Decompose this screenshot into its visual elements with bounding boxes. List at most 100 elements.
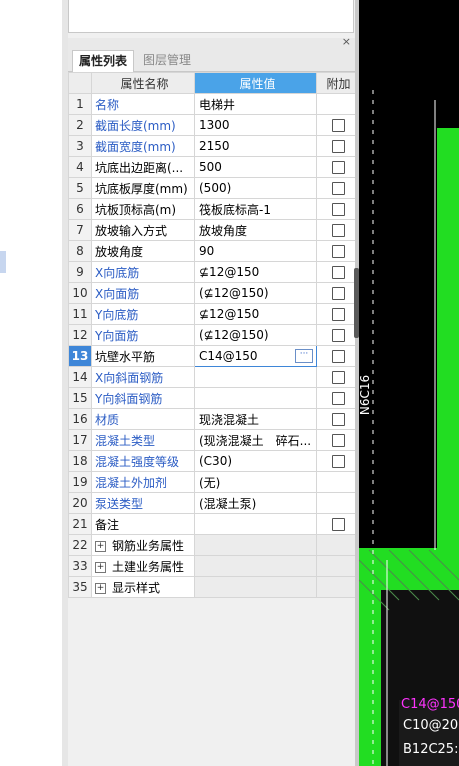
extra-checkbox[interactable] (332, 455, 345, 468)
property-row[interactable]: 7 放坡输入方式 放坡角度 (68, 219, 361, 241)
group-name-cell[interactable]: + 钢筋业务属性 (91, 534, 195, 556)
extra-checkbox[interactable] (332, 371, 345, 384)
extra-checkbox[interactable] (332, 308, 345, 321)
extra-checkbox[interactable] (332, 182, 345, 195)
property-row[interactable]: 20 泵送类型 (混凝土泵) (68, 492, 361, 514)
group-row[interactable]: 35 + 显示样式 (68, 576, 361, 598)
property-value-cell[interactable] (194, 576, 317, 598)
property-name-cell[interactable]: Y向面筋 (91, 324, 195, 346)
property-row[interactable]: 14 X向斜面钢筋 (68, 366, 361, 388)
tab-property-list[interactable]: 属性列表 (72, 50, 135, 73)
property-name-cell[interactable]: 坑壁水平筋 (91, 345, 195, 367)
property-name-cell[interactable]: X向底筋 (91, 261, 195, 283)
property-value-cell[interactable]: 现浇混凝土 (194, 408, 317, 430)
property-name-cell[interactable]: 放坡角度 (91, 240, 195, 262)
expand-icon[interactable]: + (95, 561, 106, 573)
property-name-cell[interactable]: 放坡输入方式 (91, 219, 195, 241)
tab-layer-management[interactable]: 图层管理 (137, 50, 197, 71)
property-row[interactable]: 16 材质 现浇混凝土 (68, 408, 361, 430)
property-value-cell[interactable]: (⊈12@150) (194, 282, 317, 304)
property-name-cell[interactable]: 材质 (91, 408, 195, 430)
property-value-cell[interactable] (194, 366, 317, 388)
property-name-cell[interactable]: 泵送类型 (91, 492, 195, 514)
extra-column-header[interactable]: 附加 (316, 72, 361, 94)
property-value-cell[interactable] (194, 387, 317, 409)
property-name-cell[interactable]: 备注 (91, 513, 195, 535)
expand-icon[interactable]: + (95, 540, 106, 552)
more-options-button[interactable]: ··· (295, 349, 313, 363)
property-row[interactable]: 12 Y向面筋 (⊈12@150) (68, 324, 361, 346)
property-value-cell[interactable]: 2150 (194, 135, 317, 157)
extra-checkbox[interactable] (332, 350, 345, 363)
property-value-cell[interactable]: 放坡角度 (194, 219, 317, 241)
property-name-cell[interactable]: Y向斜面钢筋 (91, 387, 195, 409)
property-row[interactable]: 13 坑壁水平筋 C14@150 ··· (68, 345, 361, 367)
property-value-cell[interactable]: (无) (194, 471, 317, 493)
property-value-cell[interactable]: 1300 (194, 114, 317, 136)
property-name-cell[interactable]: 混凝土强度等级 (91, 450, 195, 472)
extra-checkbox[interactable] (332, 119, 345, 132)
drawing-canvas[interactable]: N6C16 C14@150 C10@200( B12C25:1 (359, 0, 459, 766)
property-value-cell[interactable] (194, 555, 317, 577)
property-row[interactable]: 3 截面宽度(mm) 2150 (68, 135, 361, 157)
property-name-cell[interactable]: 截面长度(mm) (91, 114, 195, 136)
extra-checkbox[interactable] (332, 140, 345, 153)
expand-icon[interactable]: + (95, 582, 106, 594)
property-name-cell[interactable]: 坑板顶标高(m) (91, 198, 195, 220)
property-name-cell[interactable]: Y向底筋 (91, 303, 195, 325)
property-row[interactable]: 10 X向面筋 (⊈12@150) (68, 282, 361, 304)
group-row[interactable]: 22 + 钢筋业务属性 (68, 534, 361, 556)
extra-checkbox[interactable] (332, 203, 345, 216)
property-value-cell[interactable] (194, 534, 317, 556)
group-name-cell[interactable]: + 土建业务属性 (91, 555, 195, 577)
close-icon[interactable]: × (342, 35, 351, 48)
property-row[interactable]: 18 混凝土强度等级 (C30) (68, 450, 361, 472)
extra-checkbox[interactable] (332, 329, 345, 342)
property-value-cell[interactable] (194, 513, 317, 535)
group-row[interactable]: 33 + 土建业务属性 (68, 555, 361, 577)
property-row[interactable]: 1 名称 电梯井 (68, 93, 361, 115)
property-value-cell[interactable]: (500) (194, 177, 317, 199)
property-name-cell[interactable]: X向斜面钢筋 (91, 366, 195, 388)
property-value-cell[interactable]: (混凝土泵) (194, 492, 317, 514)
property-value-cell[interactable]: 筏板底标高-1 (194, 198, 317, 220)
property-row[interactable]: 6 坑板顶标高(m) 筏板底标高-1 (68, 198, 361, 220)
property-value-cell[interactable]: 90 (194, 240, 317, 262)
property-name-cell[interactable]: 坑底板厚度(mm) (91, 177, 195, 199)
property-value-cell[interactable]: ⊈12@150 (194, 261, 317, 283)
property-value-cell[interactable]: 500 (194, 156, 317, 178)
extra-checkbox[interactable] (332, 245, 345, 258)
property-value-cell[interactable]: 电梯井 (194, 93, 317, 115)
property-value-cell[interactable]: (⊈12@150) (194, 324, 317, 346)
property-row[interactable]: 9 X向底筋 ⊈12@150 (68, 261, 361, 283)
property-value-cell[interactable]: (现浇混凝土 碎石... (194, 429, 317, 451)
extra-checkbox[interactable] (332, 392, 345, 405)
property-row[interactable]: 4 坑底出边距离(... 500 (68, 156, 361, 178)
property-row[interactable]: 17 混凝土类型 (现浇混凝土 碎石... (68, 429, 361, 451)
property-row[interactable]: 2 截面长度(mm) 1300 (68, 114, 361, 136)
property-value-cell[interactable]: C14@150 ··· (194, 345, 317, 367)
property-name-cell[interactable]: 坑底出边距离(... (91, 156, 195, 178)
property-row[interactable]: 5 坑底板厚度(mm) (500) (68, 177, 361, 199)
property-row[interactable]: 19 混凝土外加剂 (无) (68, 471, 361, 493)
extra-checkbox[interactable] (332, 266, 345, 279)
extra-checkbox[interactable] (332, 518, 345, 531)
extra-checkbox[interactable] (332, 224, 345, 237)
value-column-header[interactable]: 属性值 (194, 72, 317, 94)
property-name-cell[interactable]: X向面筋 (91, 282, 195, 304)
property-name-cell[interactable]: 截面宽度(mm) (91, 135, 195, 157)
property-name-cell[interactable]: 混凝土外加剂 (91, 471, 195, 493)
group-name-cell[interactable]: + 显示样式 (91, 576, 195, 598)
property-value-cell[interactable]: (C30) (194, 450, 317, 472)
property-row[interactable]: 11 Y向底筋 ⊈12@150 (68, 303, 361, 325)
property-name-cell[interactable]: 名称 (91, 93, 195, 115)
property-value-cell[interactable]: ⊈12@150 (194, 303, 317, 325)
property-row[interactable]: 8 放坡角度 90 (68, 240, 361, 262)
extra-checkbox[interactable] (332, 413, 345, 426)
extra-checkbox[interactable] (332, 161, 345, 174)
property-row[interactable]: 15 Y向斜面钢筋 (68, 387, 361, 409)
name-column-header[interactable]: 属性名称 (91, 72, 195, 94)
extra-checkbox[interactable] (332, 434, 345, 447)
property-row[interactable]: 21 备注 (68, 513, 361, 535)
extra-checkbox[interactable] (332, 287, 345, 300)
